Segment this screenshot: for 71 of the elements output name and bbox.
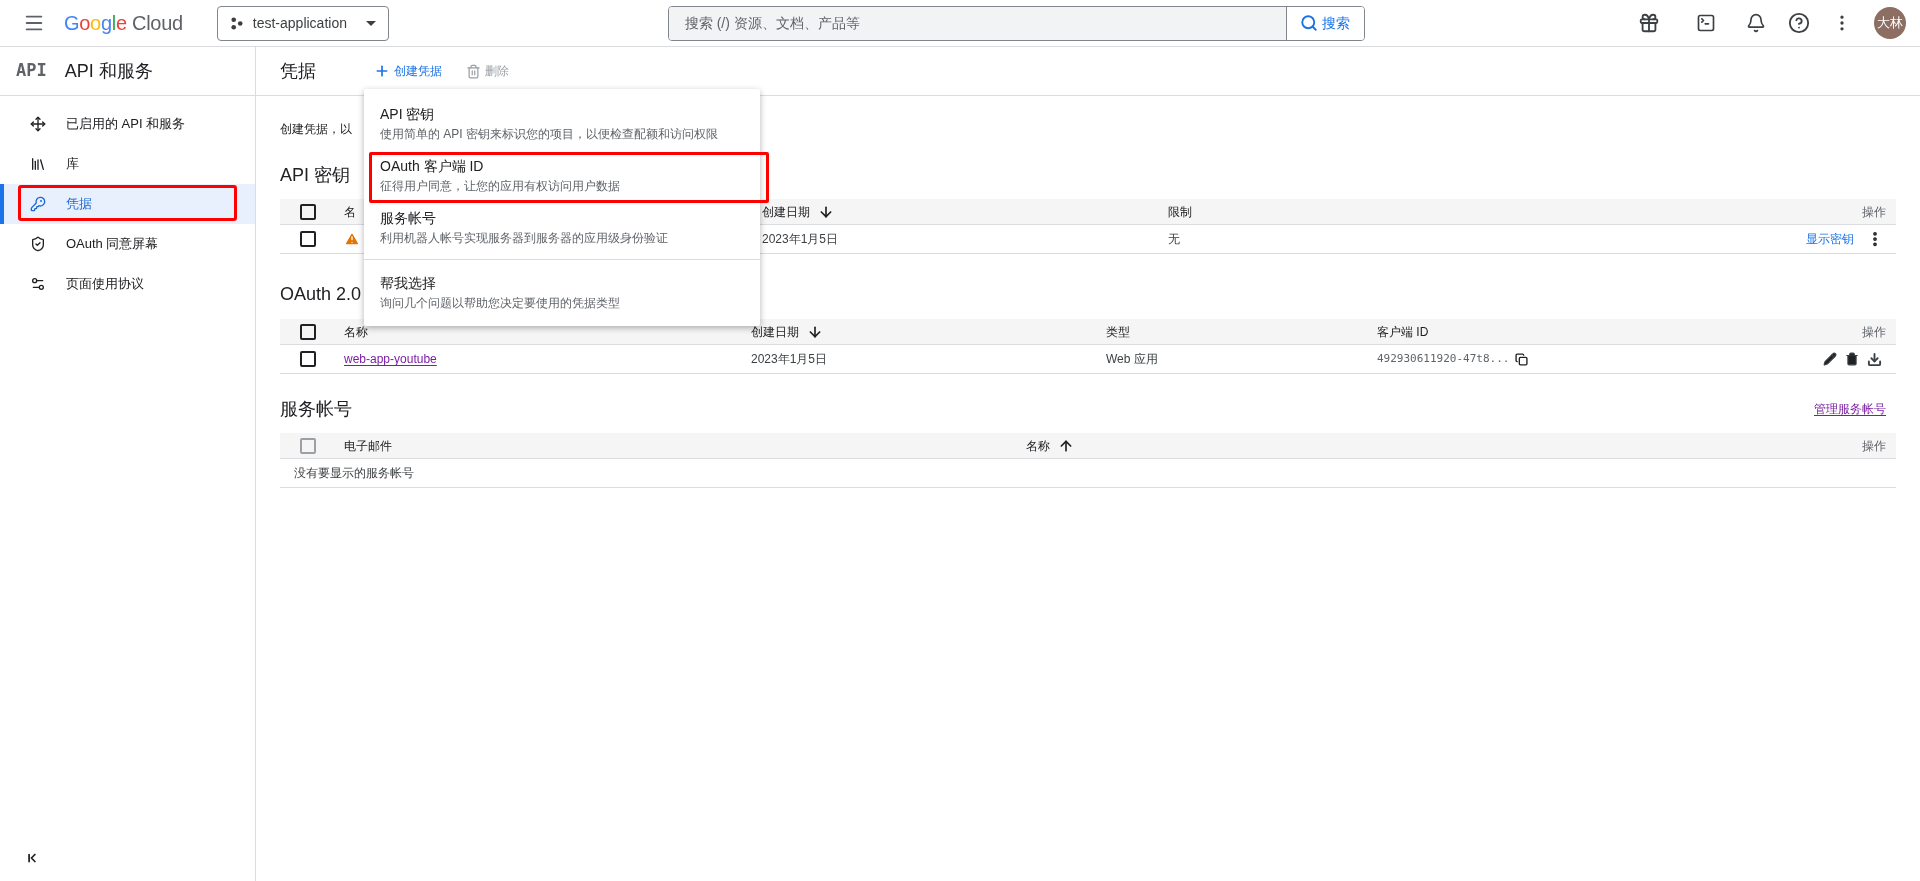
- sidebar-item[interactable]: 凭据: [0, 184, 255, 224]
- menu-item-description: 利用机器人帐号实现服务器到服务器的应用级身份验证: [380, 229, 669, 247]
- section-heading: OAuth 2.0: [280, 283, 362, 305]
- menu-item-title: 帮我选择: [380, 273, 437, 293]
- menu-item[interactable]: OAuth 客户端 ID 征得用户同意，让您的应用有权访问用户数据: [364, 149, 760, 201]
- project-selector[interactable]: test-application: [216, 5, 389, 41]
- column-header: 名: [344, 203, 356, 221]
- show-key-link[interactable]: 显示密钥: [1806, 230, 1854, 248]
- settings-sliders-icon: [30, 276, 46, 292]
- column-header: 操作: [1862, 203, 1886, 221]
- menu-item-description: 使用简单的 API 密钥来标识您的项目，以便检查配额和访问权限: [380, 125, 719, 143]
- table-cell-text: 2023年1月5日: [762, 231, 839, 248]
- menu-item[interactable]: 服务帐号 利用机器人帐号实现服务器到服务器的应用级身份验证: [364, 201, 760, 253]
- section-heading: API 密钥: [280, 164, 350, 186]
- column-header: 操作: [1862, 323, 1886, 341]
- move-arrows-icon: [30, 116, 46, 132]
- help-icon[interactable]: [1788, 12, 1810, 34]
- edit-icon[interactable]: [1823, 352, 1837, 366]
- create-credentials-button[interactable]: 创建凭据: [374, 62, 442, 80]
- checkbox[interactable]: [300, 203, 316, 220]
- sidebar-item[interactable]: 已启用的 API 和服务: [0, 104, 255, 144]
- download-icon[interactable]: [1867, 351, 1882, 367]
- plus-icon: [374, 63, 390, 79]
- menu-item-title: 服务帐号: [380, 208, 437, 228]
- sidebar-item[interactable]: 页面使用协议: [0, 264, 255, 304]
- shield-icon: [30, 236, 46, 252]
- library-icon: [30, 156, 46, 172]
- delete-icon[interactable]: [1845, 352, 1859, 366]
- table-cell-text: 2023年1月5日: [751, 351, 828, 368]
- section-heading: 服务帐号: [280, 397, 352, 421]
- key-icon: [30, 196, 46, 212]
- empty-message: 没有要显示的服务帐号: [294, 465, 414, 482]
- description: 创建凭据，以: [280, 121, 352, 138]
- column-header: 限制: [1168, 203, 1192, 221]
- checkbox[interactable]: [300, 351, 316, 367]
- column-header: 创建日期: [751, 323, 799, 341]
- collapse-icon[interactable]: [25, 851, 39, 865]
- menu-item-title: OAuth 客户端 ID: [380, 156, 485, 176]
- column-header: 客户端 ID: [1377, 323, 1429, 341]
- trash-icon: [466, 63, 481, 79]
- client-id: 492930611920-47t8...: [1377, 350, 1510, 367]
- copy-icon[interactable]: [1515, 352, 1529, 366]
- menu-item-description: 询问几个问题以帮助您决定要使用的凭据类型: [380, 294, 621, 312]
- checkbox[interactable]: [300, 231, 316, 247]
- client-name-link[interactable]: web-app-youtube: [344, 350, 437, 368]
- page-title: 凭据: [280, 59, 317, 83]
- menu-item-title: API 密钥: [380, 104, 436, 124]
- avatar[interactable]: 大林: [1874, 7, 1906, 39]
- column-header: 类型: [1106, 323, 1130, 341]
- caret-icon: [365, 20, 376, 26]
- column-header: 电子邮件: [344, 437, 392, 455]
- terminal-icon[interactable]: [1696, 13, 1716, 33]
- menu-item[interactable]: 帮我选择 询问几个问题以帮助您决定要使用的凭据类型: [364, 266, 760, 318]
- gift-icon[interactable]: [1638, 12, 1660, 34]
- sidebar-title: API 和服务: [64, 59, 153, 83]
- column-header: 操作: [1862, 437, 1886, 455]
- column-header: 名称: [344, 323, 368, 341]
- checkbox[interactable]: [300, 323, 316, 340]
- project-dots-icon: [229, 16, 243, 30]
- menu-item-description: 征得用户同意，让您的应用有权访问用户数据: [380, 177, 621, 195]
- logo[interactable]: Google Cloud: [64, 8, 183, 38]
- column-header: 创建日期: [762, 203, 810, 221]
- sidebar-item[interactable]: OAuth 同意屏幕: [0, 224, 255, 264]
- notifications-icon[interactable]: [1746, 13, 1766, 33]
- menu-item[interactable]: API 密钥 使用简单的 API 密钥来标识您的项目，以便检查配额和访问权限: [364, 97, 760, 149]
- manage-service-accounts-link[interactable]: 管理服务帐号: [1814, 400, 1886, 418]
- api-label: API: [16, 59, 47, 83]
- table-cell-text: 无: [1168, 231, 1180, 248]
- table-cell-text: Web 应用: [1106, 351, 1158, 368]
- sidebar-item[interactable]: 库: [0, 144, 255, 184]
- column-header: 名称: [1026, 437, 1050, 455]
